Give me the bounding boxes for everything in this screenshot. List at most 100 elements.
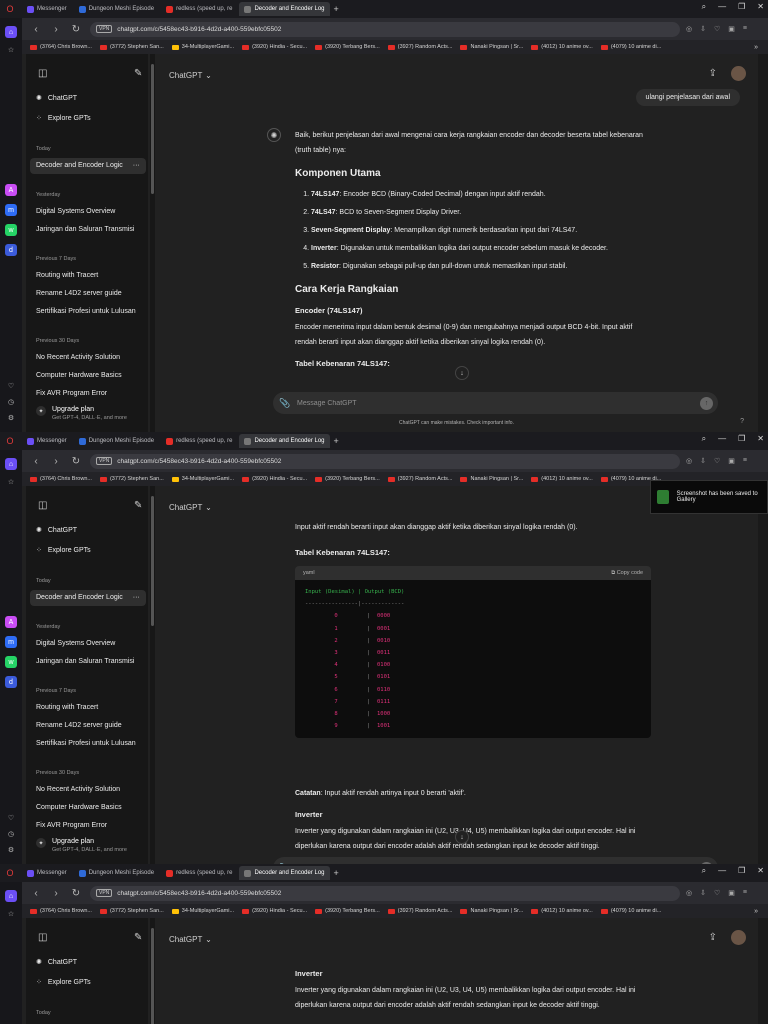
download-icon[interactable]: ⇩ — [700, 457, 706, 465]
star-icon[interactable]: ☆ — [5, 44, 17, 56]
discord-icon[interactable]: d — [5, 244, 17, 256]
url-field[interactable]: VPN chatgpt.com/c/5458ec43-b916-4d2d-a400… — [90, 21, 680, 37]
bookmark-item[interactable]: (3920) Terbang Bers... — [315, 476, 380, 482]
bookmark-item[interactable]: 34-MultiplayerGami... — [171, 476, 234, 482]
bookmark-item[interactable]: 34-MultiplayerGami... — [171, 44, 234, 50]
browser-tab[interactable]: Dungeon Meshi Episode — [74, 866, 159, 880]
minimize-icon[interactable]: — — [718, 434, 726, 444]
vpn-badge[interactable]: VPN — [96, 457, 113, 465]
scroll-down-icon[interactable]: ↓ — [455, 830, 469, 844]
heart-icon[interactable]: ♡ — [5, 380, 17, 392]
messenger-icon[interactable]: m — [5, 204, 17, 216]
opera-logo-icon[interactable]: O — [0, 4, 20, 14]
new-chat-icon[interactable]: ✎ — [134, 68, 142, 79]
browser-tab[interactable]: redless (speed up, re — [161, 434, 237, 448]
help-icon[interactable]: ? — [740, 418, 744, 425]
copy-code-button[interactable]: ⧉ Copy code — [611, 570, 643, 577]
restore-icon[interactable]: ❐ — [738, 434, 745, 444]
browser-tab[interactable]: Messenger — [22, 2, 72, 16]
sidebar-chatgpt[interactable]: ✺ ChatGPT — [36, 958, 77, 967]
discord-icon[interactable]: d — [5, 676, 17, 688]
opera-logo-icon[interactable]: O — [0, 868, 20, 878]
scroll-down-icon[interactable]: ↓ — [455, 366, 469, 380]
bookmark-item[interactable]: (4012) 10 anime ov... — [531, 476, 593, 482]
bookmark-item[interactable]: (3764) Chris Brown... — [30, 908, 92, 914]
browser-tab[interactable]: Dungeon Meshi Episode — [74, 434, 159, 448]
camera-icon[interactable]: ◎ — [686, 457, 692, 465]
more-options-icon[interactable]: ··· — [133, 162, 140, 169]
menu-icon[interactable]: ≡ — [743, 457, 747, 465]
new-chat-icon[interactable]: ✎ — [134, 932, 142, 943]
browser-tab[interactable]: Messenger — [22, 434, 72, 448]
close-icon[interactable]: ✕ — [757, 434, 764, 444]
attach-icon[interactable]: 📎 — [273, 398, 297, 409]
bookmark-item[interactable]: Nanaki Pingsan | Sr... — [460, 44, 523, 50]
heart-icon[interactable]: ♡ — [5, 812, 17, 824]
browser-tab[interactable]: redless (speed up, re — [161, 2, 237, 16]
cube-icon[interactable]: ▣ — [728, 457, 735, 465]
chat-item[interactable]: Sertifikasi Profesi untuk Lulusan — [36, 308, 136, 315]
chat-item[interactable]: Rename L4D2 server guide — [36, 722, 122, 729]
whatsapp-icon[interactable]: w — [5, 656, 17, 668]
settings-icon[interactable]: ⚙ — [5, 412, 17, 424]
send-button[interactable]: ↑ — [700, 396, 713, 410]
chat-item[interactable]: Jaringan dan Saluran Transmisi — [36, 226, 134, 233]
sidebar-toggle-icon[interactable]: ◫ — [38, 500, 47, 511]
page-scrollbar[interactable] — [758, 918, 768, 1024]
bookmark-item[interactable]: (3927) Random Acts... — [387, 908, 452, 914]
back-icon[interactable]: ‹ — [30, 24, 42, 35]
sidebar-toggle-icon[interactable]: ◫ — [38, 932, 47, 943]
bookmark-item[interactable]: (3920) Hindia - Secu... — [242, 908, 307, 914]
url-field[interactable]: VPN chatgpt.com/c/5458ec43-b916-4d2d-a400… — [90, 453, 680, 469]
download-icon[interactable]: ⇩ — [700, 25, 706, 33]
new-tab-button[interactable]: + — [334, 4, 339, 14]
chat-item[interactable]: Rename L4D2 server guide — [36, 290, 122, 297]
search-tabs-icon[interactable]: ⌕ — [702, 2, 706, 12]
bookmark-item[interactable]: (3920) Terbang Bers... — [315, 44, 380, 50]
home-icon[interactable]: ⌂ — [5, 890, 17, 902]
chat-item[interactable]: Computer Hardware Basics — [36, 372, 122, 379]
forward-icon[interactable]: › — [50, 24, 62, 35]
chat-item[interactable]: Computer Hardware Basics — [36, 804, 122, 811]
bookmark-item[interactable]: (3764) Chris Brown... — [30, 476, 92, 482]
aria-icon[interactable]: A — [5, 616, 17, 628]
opera-logo-icon[interactable]: O — [0, 436, 20, 446]
back-icon[interactable]: ‹ — [30, 888, 42, 899]
heart-icon[interactable]: ♡ — [714, 457, 720, 465]
restore-icon[interactable]: ❐ — [738, 866, 745, 876]
new-tab-button[interactable]: + — [334, 868, 339, 878]
close-icon[interactable]: ✕ — [757, 2, 764, 12]
chat-item[interactable]: No Recent Activity Solution — [36, 354, 120, 361]
vpn-badge[interactable]: VPN — [96, 889, 113, 897]
model-selector[interactable]: ChatGPT ⌄ — [169, 502, 212, 513]
bookmark-item[interactable]: (3772) Stephen San... — [99, 476, 164, 482]
sidebar-explore-gpts[interactable]: ⁘ Explore GPTs — [36, 978, 91, 987]
model-selector[interactable]: ChatGPT ⌄ — [169, 934, 212, 945]
bookmarks-more[interactable]: » — [754, 44, 758, 51]
home-icon[interactable]: ⌂ — [5, 26, 17, 38]
bookmark-item[interactable]: (3764) Chris Brown... — [30, 44, 92, 50]
chat-item[interactable]: Digital Systems Overview — [36, 640, 115, 647]
settings-icon[interactable]: ⚙ — [5, 844, 17, 856]
sidebar-chatgpt[interactable]: ✺ ChatGPT — [36, 526, 77, 535]
chat-item[interactable]: Decoder and Encoder Logic ··· — [36, 162, 140, 169]
chat-item[interactable]: Digital Systems Overview — [36, 208, 115, 215]
vpn-badge[interactable]: VPN — [96, 25, 113, 33]
aria-icon[interactable]: A — [5, 184, 17, 196]
chat-item[interactable]: Routing with Tracert — [36, 272, 98, 279]
chat-item[interactable]: Routing with Tracert — [36, 704, 98, 711]
bookmark-item[interactable]: (4012) 10 anime ov... — [531, 908, 593, 914]
camera-icon[interactable]: ◎ — [686, 25, 692, 33]
new-tab-button[interactable]: + — [334, 436, 339, 446]
share-icon[interactable]: ⇪ — [709, 68, 717, 79]
url-field[interactable]: VPN chatgpt.com/c/5458ec43-b916-4d2d-a400… — [90, 885, 680, 901]
chat-item[interactable]: Decoder and Encoder Logic ··· — [36, 594, 140, 601]
menu-icon[interactable]: ≡ — [743, 25, 747, 33]
upgrade-plan-button[interactable]: ✦ Upgrade plan Get GPT-4, DALL·E, and mor… — [36, 838, 127, 853]
star-icon[interactable]: ☆ — [5, 476, 17, 488]
bookmark-item[interactable]: (4012) 10 anime ov... — [531, 44, 593, 50]
messenger-icon[interactable]: m — [5, 636, 17, 648]
history-icon[interactable]: ◷ — [5, 396, 17, 408]
back-icon[interactable]: ‹ — [30, 456, 42, 467]
sidebar-toggle-icon[interactable]: ◫ — [38, 68, 47, 79]
